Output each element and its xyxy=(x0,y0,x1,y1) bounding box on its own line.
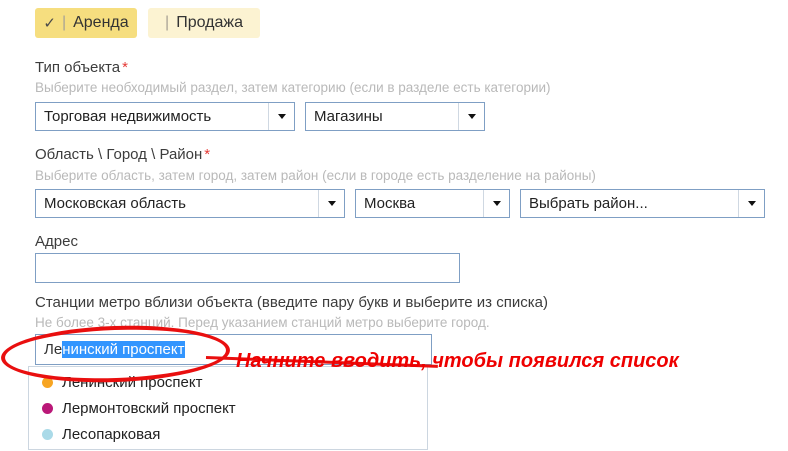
metro-line-dot-icon xyxy=(42,403,53,414)
object-type-label: Тип объекта* xyxy=(35,59,128,76)
metro-label: Станции метро вблизи объекта (введите па… xyxy=(35,294,548,311)
metro-input-text: Ле xyxy=(44,341,62,358)
suggestion-label: Лесопарковая xyxy=(62,426,160,443)
address-label: Адрес xyxy=(35,233,78,250)
region-label: Область \ Город \ Район* xyxy=(35,146,210,163)
suggestion-label: Лермонтовский проспект xyxy=(62,400,236,417)
object-type-label-text: Тип объекта xyxy=(35,59,120,76)
dropdown-arrow-icon[interactable] xyxy=(268,103,294,130)
dropdown-arrow-icon[interactable] xyxy=(458,103,484,130)
region-hint: Выберите область, затем город, затем рай… xyxy=(35,168,596,183)
object-section-value: Торговая недвижимость xyxy=(36,108,268,125)
region-value: Московская область xyxy=(36,195,318,212)
object-type-selects: Торговая недвижимость Магазины xyxy=(35,102,485,131)
object-type-hint: Выберите необходимый раздел, затем катег… xyxy=(35,80,551,95)
deal-type-tabs: ✓ | Аренда | Продажа xyxy=(35,8,260,38)
object-category-select[interactable]: Магазины xyxy=(305,102,485,131)
metro-line-dot-icon xyxy=(42,429,53,440)
city-select[interactable]: Москва xyxy=(355,189,510,218)
tab-separator: | xyxy=(62,14,66,32)
object-section-select[interactable]: Торговая недвижимость xyxy=(35,102,295,131)
region-selects: Московская область Москва Выбрать район.… xyxy=(35,189,765,218)
district-select[interactable]: Выбрать район... xyxy=(520,189,765,218)
tab-arenda-label: Аренда xyxy=(73,14,129,32)
metro-suggestion-list: Ленинский проспект Лермонтовский проспек… xyxy=(28,366,428,450)
city-value: Москва xyxy=(356,195,483,212)
metro-hint: Не более 3-х станций. Перед указанием ст… xyxy=(35,315,490,330)
metro-input-selected-text: нинский проспект xyxy=(62,341,184,358)
tab-prodazha-label: Продажа xyxy=(176,14,243,32)
suggestion-lermontovsky-prospekt[interactable]: Лермонтовский проспект xyxy=(29,395,427,421)
suggestion-lesoparkovaya[interactable]: Лесопарковая xyxy=(29,421,427,447)
tab-arenda[interactable]: ✓ | Аренда xyxy=(35,8,137,38)
district-value: Выбрать район... xyxy=(521,195,738,212)
tab-prodazha[interactable]: | Продажа xyxy=(148,8,260,38)
suggestion-leninsky-prospekt[interactable]: Ленинский проспект xyxy=(29,369,427,395)
object-category-value: Магазины xyxy=(306,108,458,125)
region-select[interactable]: Московская область xyxy=(35,189,345,218)
required-asterisk: * xyxy=(122,59,128,76)
address-input[interactable] xyxy=(35,253,460,283)
dropdown-arrow-icon[interactable] xyxy=(738,190,764,217)
tab-separator: | xyxy=(165,14,169,32)
metro-line-dot-icon xyxy=(42,377,53,388)
metro-input[interactable]: Ленинский проспект xyxy=(35,334,432,365)
dropdown-arrow-icon[interactable] xyxy=(318,190,344,217)
region-label-text: Область \ Город \ Район xyxy=(35,146,202,163)
suggestion-label: Ленинский проспект xyxy=(62,374,203,391)
required-asterisk: * xyxy=(204,146,210,163)
check-icon: ✓ xyxy=(43,14,56,32)
dropdown-arrow-icon[interactable] xyxy=(483,190,509,217)
